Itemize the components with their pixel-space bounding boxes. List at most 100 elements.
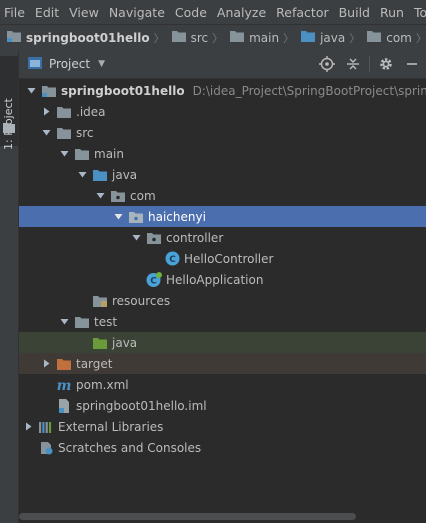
chevron-right-icon: 〉	[212, 31, 224, 45]
scrollbar-thumb[interactable]	[19, 513, 356, 520]
tree-item-label: haichenyi	[148, 209, 206, 224]
tree-item-src[interactable]: src	[19, 122, 426, 143]
locate-icon[interactable]	[317, 54, 337, 74]
chevron-down-icon[interactable]	[40, 128, 52, 137]
chevron-down-icon[interactable]	[112, 212, 124, 221]
tree-item-label: com	[130, 188, 156, 203]
tree-item-helloapplication[interactable]: C HelloApplication	[19, 269, 426, 290]
tree-item-scratches[interactable]: Scratches and Consoles	[19, 437, 426, 458]
tree-item-resources[interactable]: resources	[19, 290, 426, 311]
tree-item-label: test	[94, 314, 118, 329]
iml-file-icon	[56, 398, 72, 414]
tree-item-label: Scratches and Consoles	[58, 440, 202, 455]
tree-item-label: External Libraries	[58, 419, 164, 434]
breadcrumb-item-java[interactable]: java 〉	[294, 29, 360, 46]
chevron-down-icon[interactable]	[76, 170, 88, 179]
breadcrumb: springboot01hello 〉 src 〉 main 〉 java 〉 …	[0, 24, 426, 51]
menu-code[interactable]: Code	[170, 5, 212, 20]
project-view-selector[interactable]: Project ▼	[19, 56, 105, 73]
tree-item-java[interactable]: java	[19, 164, 426, 185]
breadcrumb-item-com[interactable]: com 〉	[360, 29, 426, 46]
tree-item-controller[interactable]: controller	[19, 227, 426, 248]
breadcrumb-item-project[interactable]: springboot01hello 〉	[0, 29, 165, 46]
menu-file[interactable]: File	[0, 5, 30, 20]
tree-item-idea[interactable]: .idea	[19, 101, 426, 122]
breadcrumb-label: springboot01hello	[26, 30, 150, 45]
svg-text:m: m	[57, 378, 72, 393]
project-tree: springboot01hello D:\idea_Project\Spring…	[19, 80, 426, 510]
menu-edit[interactable]: Edit	[30, 5, 64, 20]
excluded-folder-icon	[56, 356, 72, 372]
menu-build[interactable]: Build	[334, 5, 375, 20]
svg-text:C: C	[169, 255, 176, 265]
header-divider	[369, 56, 370, 72]
menu-view[interactable]: View	[64, 5, 104, 20]
menu-run[interactable]: Run	[375, 5, 409, 20]
folder-icon	[3, 122, 15, 136]
source-folder-icon	[300, 29, 316, 46]
tree-item-test[interactable]: test	[19, 311, 426, 332]
chevron-right-icon[interactable]	[40, 107, 52, 116]
left-tool-strip: 1: Project	[0, 50, 19, 523]
tree-item-label: pom.xml	[76, 377, 129, 392]
chevron-down-icon[interactable]	[130, 233, 142, 242]
tree-item-external-libraries[interactable]: External Libraries	[19, 416, 426, 437]
project-path: D:\idea_Project\SpringBootProject\spring…	[192, 83, 426, 98]
chevron-down-icon: ▼	[98, 59, 105, 69]
breadcrumb-label: java	[320, 30, 346, 45]
folder-icon	[74, 146, 90, 162]
tree-item-label: .idea	[76, 104, 106, 119]
tree-item-com[interactable]: com	[19, 185, 426, 206]
chevron-down-icon[interactable]	[58, 317, 70, 326]
collapse-all-icon[interactable]	[343, 54, 363, 74]
gear-icon[interactable]	[376, 54, 396, 74]
project-tool-tab[interactable]: 1: Project	[0, 56, 18, 150]
panel-header-actions	[311, 50, 422, 78]
maven-icon: m	[56, 377, 72, 393]
package-icon	[128, 209, 144, 225]
breadcrumb-label: src	[190, 30, 209, 45]
tree-item-label: java	[112, 167, 138, 182]
folder-icon	[56, 125, 72, 141]
tree-item-haichenyi[interactable]: haichenyi	[19, 206, 426, 227]
tree-item-pom[interactable]: m pom.xml	[19, 374, 426, 395]
svg-text:C: C	[150, 276, 157, 286]
project-icon	[27, 56, 43, 73]
tree-item-label: main	[94, 146, 124, 161]
tree-item-label: controller	[166, 230, 224, 245]
panel-title: Project	[49, 57, 91, 71]
menu-tools[interactable]: To	[409, 5, 426, 20]
chevron-down-icon[interactable]	[94, 191, 106, 200]
class-icon: C	[164, 251, 180, 267]
folder-icon	[56, 104, 72, 120]
tree-item-iml[interactable]: springboot01hello.iml	[19, 395, 426, 416]
horizontal-scrollbar[interactable]	[19, 510, 426, 523]
chevron-right-icon[interactable]	[22, 422, 34, 431]
menu-navigate[interactable]: Navigate	[104, 5, 170, 20]
chevron-right-icon[interactable]	[40, 359, 52, 368]
tree-item-label: src	[76, 125, 94, 140]
menu-refactor[interactable]: Refactor	[271, 5, 333, 20]
tree-item-main[interactable]: main	[19, 143, 426, 164]
menu-bar: File Edit View Navigate Code Analyze Ref…	[0, 0, 426, 24]
resources-folder-icon	[92, 293, 108, 309]
tree-item-hellocontroller[interactable]: C HelloController	[19, 248, 426, 269]
minimize-icon[interactable]	[402, 54, 422, 74]
menu-analyze[interactable]: Analyze	[212, 5, 271, 20]
tree-item-test-java[interactable]: java	[19, 332, 426, 353]
tree-item-label: HelloController	[184, 251, 274, 266]
breadcrumb-item-main[interactable]: main 〉	[223, 29, 294, 46]
folder-icon	[171, 29, 187, 46]
package-icon	[146, 230, 162, 246]
folder-icon	[366, 29, 382, 46]
chevron-down-icon[interactable]	[58, 149, 70, 158]
tree-item-project-root[interactable]: springboot01hello D:\idea_Project\Spring…	[19, 80, 426, 101]
module-folder-icon	[6, 29, 22, 46]
module-folder-icon	[41, 83, 57, 99]
spring-boot-class-icon: C	[146, 271, 162, 288]
test-source-folder-icon	[92, 335, 108, 351]
chevron-right-icon: 〉	[415, 31, 426, 45]
chevron-down-icon[interactable]	[25, 86, 37, 95]
tree-item-target[interactable]: target	[19, 353, 426, 374]
breadcrumb-item-src[interactable]: src 〉	[165, 29, 224, 46]
